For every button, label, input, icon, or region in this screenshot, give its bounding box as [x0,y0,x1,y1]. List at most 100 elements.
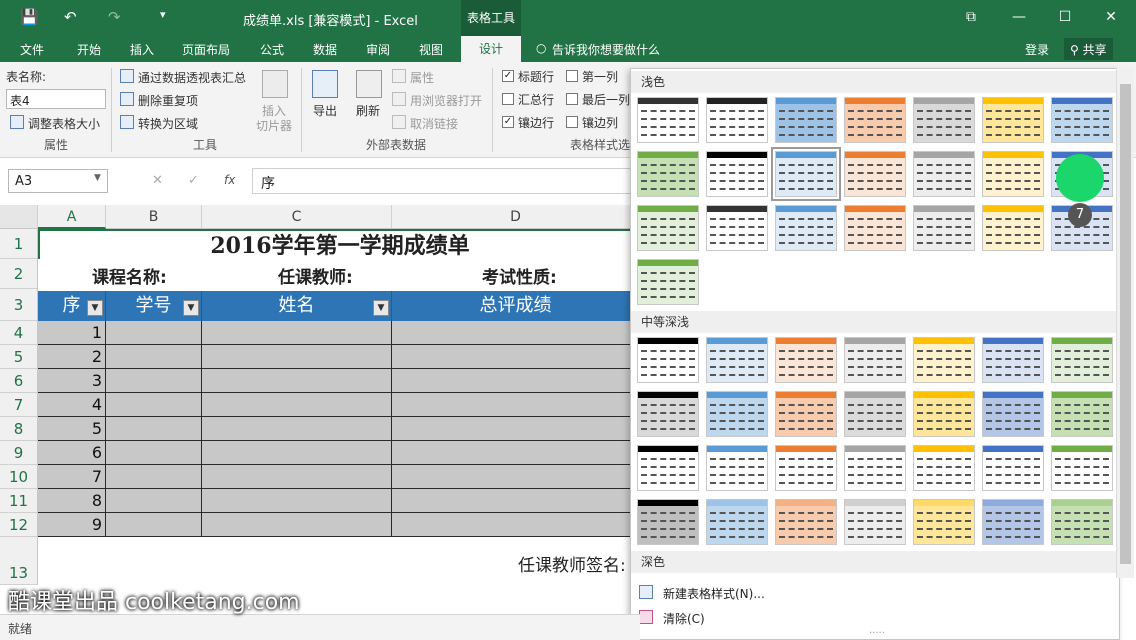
table-style-swatch[interactable] [706,337,768,383]
last-column-checkbox[interactable] [566,93,578,105]
insert-function-icon[interactable]: fx [224,173,235,187]
table-cell[interactable] [392,513,640,537]
table-cell[interactable] [202,345,392,369]
table-style-swatch[interactable] [771,147,841,201]
table-cell[interactable] [106,345,202,369]
table-cell[interactable]: 2 [38,345,106,369]
table-style-swatch[interactable] [913,445,975,491]
table-style-swatch[interactable] [844,337,906,383]
tab-view[interactable]: 视图 [419,41,443,58]
table-cell[interactable] [392,393,640,417]
table-style-swatch[interactable] [913,337,975,383]
tab-design[interactable]: 设计 [461,36,521,62]
resize-grip-icon[interactable]: ..... [869,625,885,636]
table-style-swatch[interactable] [637,97,699,143]
tab-formulas[interactable]: 公式 [260,41,284,58]
name-box[interactable]: A3 [8,169,108,193]
table-style-swatch[interactable] [706,499,768,545]
table-cell[interactable] [106,369,202,393]
table-style-swatch[interactable] [844,97,906,143]
table-style-swatch[interactable] [1051,337,1113,383]
table-header-id[interactable]: 学号 ▼ [106,291,202,321]
remove-duplicates-button[interactable]: 删除重复项 [138,92,198,109]
table-cell[interactable] [202,321,392,345]
table-cell[interactable] [392,345,640,369]
table-name-input[interactable]: 表4 [6,89,106,109]
close-button[interactable]: ✕ [1098,6,1124,28]
column-header-a[interactable]: A [38,205,106,229]
table-style-swatch[interactable] [982,151,1044,197]
table-style-swatch[interactable] [637,391,699,437]
table-cell[interactable] [202,465,392,489]
gallery-scrollbar[interactable] [1116,68,1134,578]
table-style-swatch[interactable] [1051,445,1113,491]
enter-icon[interactable]: ✓ [188,173,199,188]
table-style-swatch[interactable] [913,499,975,545]
column-header-b[interactable]: B [106,205,202,229]
course-name-label[interactable]: 课程名称: [92,263,167,288]
table-style-swatch[interactable] [637,499,699,545]
tell-me-search[interactable]: 告诉我你想要做什么 [552,41,660,58]
properties-button[interactable]: 属性 [410,69,434,86]
row-header[interactable]: 13 [0,537,38,585]
first-column-checkbox[interactable] [566,70,578,82]
minimize-button[interactable]: — [1006,6,1032,28]
teacher-label[interactable]: 任课教师: [278,263,353,288]
tab-page-layout[interactable]: 页面布局 [182,41,230,58]
table-cell[interactable]: 9 [38,513,106,537]
table-cell[interactable]: 8 [38,489,106,513]
table-style-swatch[interactable] [982,97,1044,143]
table-style-swatch[interactable] [637,259,699,305]
table-style-swatch[interactable] [844,499,906,545]
table-style-swatch[interactable] [982,337,1044,383]
table-style-swatch[interactable] [844,445,906,491]
unlink-button[interactable]: 取消链接 [410,115,458,132]
table-style-swatch[interactable] [775,337,837,383]
sheet-title[interactable]: 2016学年第一学期成绩单 [38,229,640,259]
save-icon[interactable]: 💾 [20,8,39,26]
table-style-swatch[interactable] [913,97,975,143]
table-style-swatch[interactable] [706,445,768,491]
table-cell[interactable] [202,417,392,441]
table-style-swatch[interactable] [982,205,1044,251]
row-header[interactable]: 1 [0,229,38,259]
share-button[interactable]: ⚲ 共享 [1064,38,1113,60]
table-cell[interactable] [106,489,202,513]
redo-icon[interactable]: ↷ [108,8,121,26]
table-style-swatch[interactable] [706,391,768,437]
table-cell[interactable]: 3 [38,369,106,393]
exam-type-label[interactable]: 考试性质: [482,263,557,288]
table-cell[interactable] [202,489,392,513]
table-cell[interactable] [106,441,202,465]
table-cell[interactable] [202,369,392,393]
table-cell[interactable] [106,417,202,441]
column-header-d[interactable]: D [392,205,640,229]
table-cell[interactable] [392,321,640,345]
row-header[interactable]: 12 [0,513,38,537]
table-style-swatch[interactable] [982,391,1044,437]
row-header[interactable]: 4 [0,321,38,345]
table-style-swatch[interactable] [637,151,699,197]
table-style-swatch[interactable] [982,499,1044,545]
refresh-button[interactable]: 刷新 [356,102,380,119]
banded-columns-checkbox[interactable] [566,116,578,128]
table-cell[interactable]: 5 [38,417,106,441]
tab-insert[interactable]: 插入 [130,41,154,58]
signature-label[interactable]: 任课教师签名: [518,551,626,576]
table-style-swatch[interactable] [775,391,837,437]
table-style-swatch[interactable] [775,499,837,545]
customize-qat-icon[interactable]: ▾ [160,8,166,21]
table-cell[interactable]: 1 [38,321,106,345]
worksheet-grid[interactable]: A B C D 1 2 3 4 5 6 7 8 9 10 11 12 13 20… [0,205,640,585]
undo-icon[interactable]: ↶ [64,8,77,26]
resize-table-button[interactable]: 调整表格大小 [28,115,100,132]
row-header[interactable]: 11 [0,489,38,513]
sign-in-link[interactable]: 登录 [1025,41,1049,58]
table-style-swatch[interactable] [913,151,975,197]
scrollbar-thumb[interactable] [1120,84,1131,564]
clear-style-button[interactable]: 清除(C) [663,610,705,627]
formula-input[interactable]: 序 [252,168,640,194]
row-header[interactable]: 10 [0,465,38,489]
table-style-swatch[interactable] [775,97,837,143]
table-style-swatch[interactable] [637,205,699,251]
